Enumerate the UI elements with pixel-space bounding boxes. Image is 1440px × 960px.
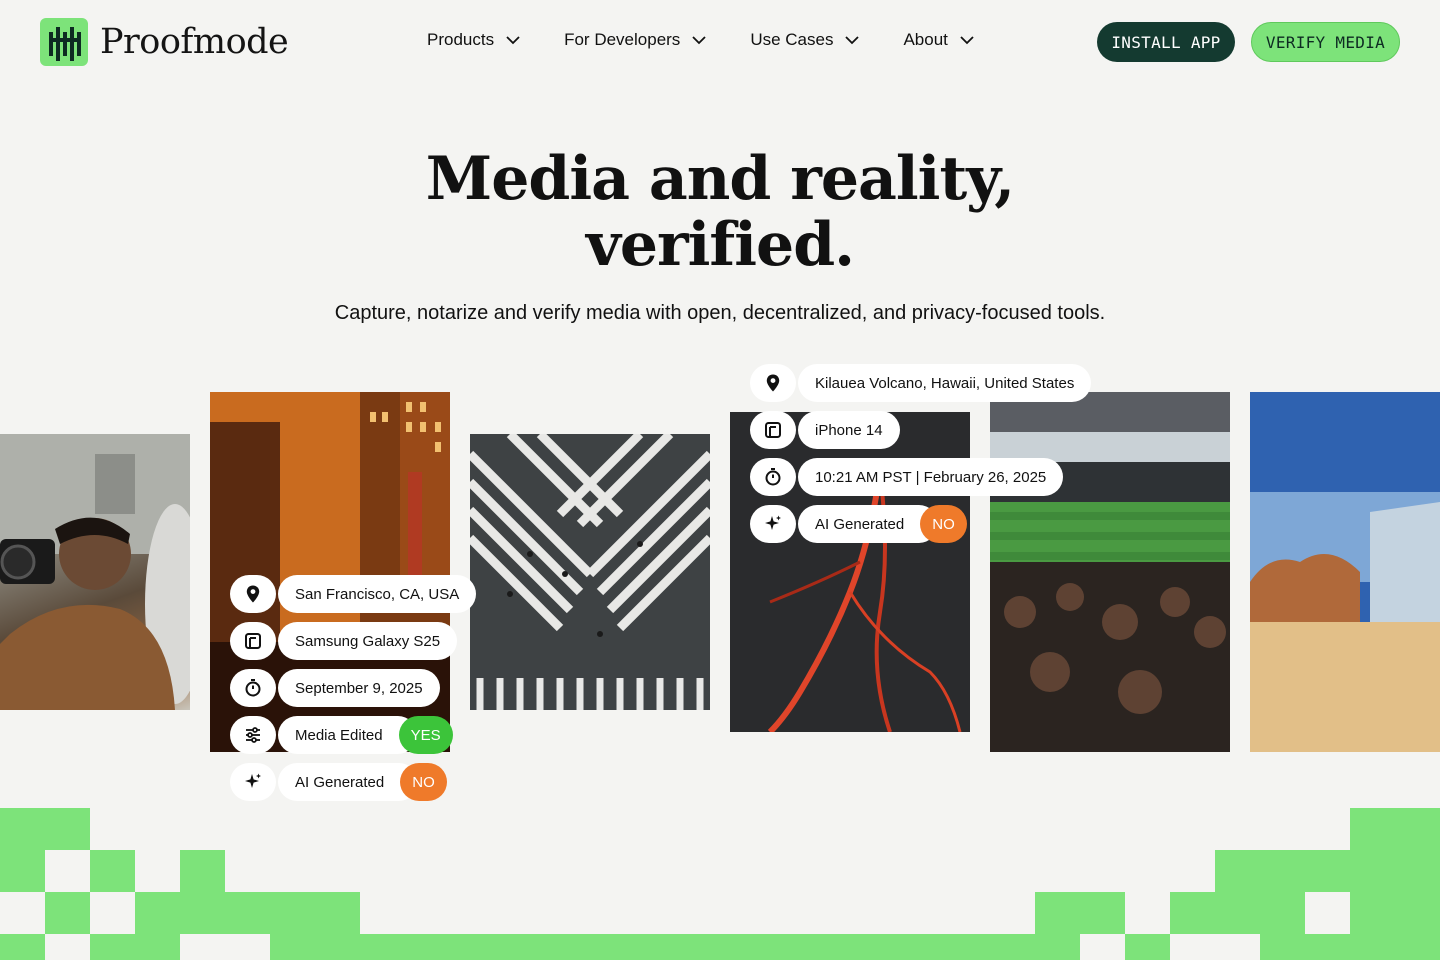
pixel-block [0,850,45,892]
volcano-ai-label: AI Generated [798,505,939,543]
clock-icon [230,669,276,707]
main-menu: Products For Developers Use Cases About [427,30,976,50]
sf-location-label: San Francisco, CA, USA [278,575,477,613]
sf-ai-no-badge: NO [400,763,447,801]
volcano-ai-no-badge: NO [920,505,967,543]
pixel-block [180,850,225,892]
pixel-block [90,850,135,892]
crosswalk-illustration [470,434,710,710]
menu-item-label: For Developers [564,30,681,49]
photographer-photo [0,434,190,710]
chevron-down-icon [960,36,974,45]
volcano-datetime-label: 10:21 AM PST | February 26, 2025 [798,458,1064,496]
sf-edited-label: Media Edited [278,716,417,754]
hero-title-line-1: Media and reality, [425,144,1015,214]
menu-item-label: About [903,30,948,49]
pixel-block [1215,850,1440,892]
pixel-block [135,892,360,934]
sf-device-label: Samsung Galaxy S25 [278,622,458,660]
pixel-block [1350,892,1440,934]
top-navigation: Proofmode Products For Developers Use Ca… [0,0,1440,84]
phone-icon [750,411,796,449]
sf-date-tag: September 9, 2025 [230,669,440,707]
pixel-block [0,808,90,850]
phone-icon [230,622,276,660]
menu-item-use-cases[interactable]: Use Cases [750,30,861,50]
pixel-block [1260,934,1440,960]
pin-icon [230,575,276,613]
chevron-down-icon [506,36,520,45]
pixel-block [0,934,45,960]
volcano-location-tag: Kilauea Volcano, Hawaii, United States [750,364,1092,402]
pixel-block [270,934,1080,960]
menu-item-label: Products [427,30,495,49]
sf-device-tag: Samsung Galaxy S25 [230,622,458,660]
sf-ai-label: AI Generated [278,763,419,801]
desert-illustration [1250,392,1440,752]
chevron-down-icon [845,36,860,45]
hero-subtitle: Capture, notarize and verify media with … [334,302,1106,324]
logo[interactable]: Proofmode [40,18,289,66]
volcano-device-label: iPhone 14 [798,411,900,449]
volcano-location-label: Kilauea Volcano, Hawaii, United States [798,364,1092,402]
pin-icon [750,364,796,402]
pixel-block [1350,808,1440,850]
menu-item-developers[interactable]: For Developers [564,30,708,50]
pixel-block [45,892,90,934]
hero-title-line-2: verified. [585,210,855,280]
crosswalk-aerial-photo [470,434,710,710]
volcano-datetime-tag: 10:21 AM PST | February 26, 2025 [750,458,1064,496]
logo-text: Proofmode [100,22,289,62]
logo-mark-icon [40,18,88,66]
sf-date-label: September 9, 2025 [278,669,440,707]
sf-edited-tag: Media Edited YES [230,716,453,754]
sparkle-icon [230,763,276,801]
menu-item-products[interactable]: Products [427,30,522,50]
clock-icon [750,458,796,496]
pixel-block [90,934,180,960]
menu-item-label: Use Cases [750,30,834,49]
sliders-icon [230,716,276,754]
pixel-block [1170,892,1305,934]
pixel-block [1125,934,1170,960]
sf-location-tag: San Francisco, CA, USA [230,575,477,613]
menu-item-about[interactable]: About [903,30,975,50]
install-app-button[interactable]: INSTALL APP [1097,22,1235,62]
hero-title: Media and reality, verified. [0,146,1440,278]
stadium-illustration [990,392,1230,752]
desert-mirror-photo [1250,392,1440,752]
volcano-ai-tag: AI Generated NO [750,505,967,543]
photographer-illustration [0,434,190,710]
sf-edited-yes-badge: YES [398,716,453,754]
volcano-device-tag: iPhone 14 [750,411,900,449]
chevron-down-icon [692,36,706,45]
stadium-crowd-photo [990,392,1230,752]
pixel-block [1035,892,1125,934]
sf-ai-tag: AI Generated NO [230,763,447,801]
sparkle-icon [750,505,796,543]
verify-media-button[interactable]: VERIFY MEDIA [1251,22,1400,62]
